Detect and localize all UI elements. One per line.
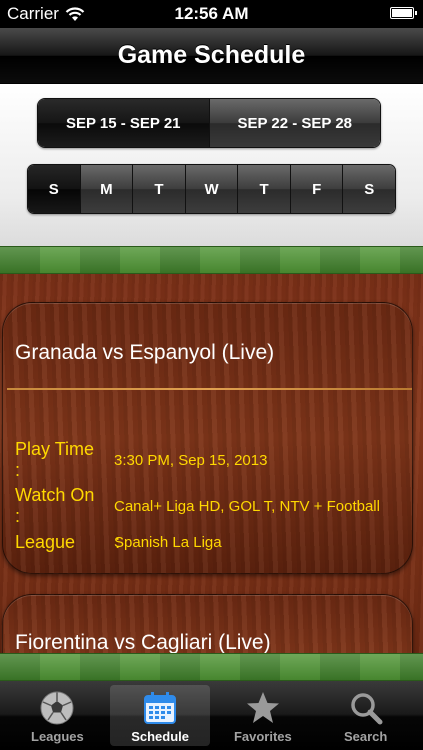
day-wednesday[interactable]: W xyxy=(184,165,238,213)
day-selector: S M T W T F S xyxy=(27,164,396,214)
watch-on-row: Watch On : Canal+ Liga HD, GOL T, NTV + … xyxy=(15,485,410,527)
battery-icon xyxy=(390,7,417,19)
league-label: League : xyxy=(15,532,121,552)
day-saturday[interactable]: S xyxy=(342,165,395,213)
calendar-icon xyxy=(143,689,177,727)
page-title: Game Schedule xyxy=(117,41,306,69)
card-divider xyxy=(7,388,412,390)
soccer-ball-icon xyxy=(39,689,75,727)
match-title: Fiorentina vs Cagliari (Live) xyxy=(15,631,271,653)
star-icon xyxy=(245,689,281,727)
tab-leagues-label: Leagues xyxy=(31,729,84,744)
week-selector: SEP 15 - SEP 21 SEP 22 - SEP 28 xyxy=(37,98,381,148)
status-time: 12:56 AM xyxy=(174,4,249,23)
tab-search[interactable]: Search xyxy=(316,685,416,746)
watch-on-value: Canal+ Liga HD, GOL T, NTV + Football xyxy=(114,497,380,515)
league-value: Spanish La Liga xyxy=(114,534,222,551)
watch-on-label: Watch On : xyxy=(15,485,95,526)
status-bar: Carrier 12:56 AM xyxy=(0,0,423,28)
magnifier-icon xyxy=(349,689,383,727)
tab-favorites[interactable]: Favorites xyxy=(213,685,313,746)
tab-bar: Leagues Schedule Favorites Search xyxy=(0,681,423,750)
match-title: Granada vs Espanyol (Live) xyxy=(15,341,275,364)
play-time-row: Play Time : 3:30 PM, Sep 15, 2013 xyxy=(15,439,410,481)
day-monday[interactable]: M xyxy=(79,165,133,213)
game-card[interactable]: Granada vs Espanyol (Live) Play Time : 3… xyxy=(2,302,413,574)
game-card[interactable]: Fiorentina vs Cagliari (Live) xyxy=(2,594,413,653)
week-option-1[interactable]: SEP 15 - SEP 21 xyxy=(38,99,209,147)
day-sunday[interactable]: S xyxy=(28,165,80,213)
nav-bar: Game Schedule xyxy=(0,28,423,84)
schedule-controls: SEP 15 - SEP 21 SEP 22 - SEP 28 S M T W … xyxy=(0,84,423,246)
grass-divider-bottom xyxy=(0,653,423,681)
league-row: League : Spanish La Liga xyxy=(15,532,410,553)
play-time-label: Play Time : xyxy=(15,439,95,480)
tab-leagues[interactable]: Leagues xyxy=(7,685,107,746)
grass-divider-top xyxy=(0,246,423,274)
tab-favorites-label: Favorites xyxy=(233,729,292,744)
tab-schedule[interactable]: Schedule xyxy=(110,685,211,746)
day-friday[interactable]: F xyxy=(289,165,343,213)
day-thursday[interactable]: T xyxy=(237,165,290,213)
day-tuesday[interactable]: T xyxy=(132,165,185,213)
game-list[interactable]: Granada vs Espanyol (Live) Play Time : 3… xyxy=(0,274,423,653)
week-option-2[interactable]: SEP 22 - SEP 28 xyxy=(208,99,380,147)
play-time-value: 3:30 PM, Sep 15, 2013 xyxy=(114,451,268,469)
tab-schedule-label: Schedule xyxy=(131,729,190,744)
tab-search-label: Search xyxy=(343,729,388,744)
